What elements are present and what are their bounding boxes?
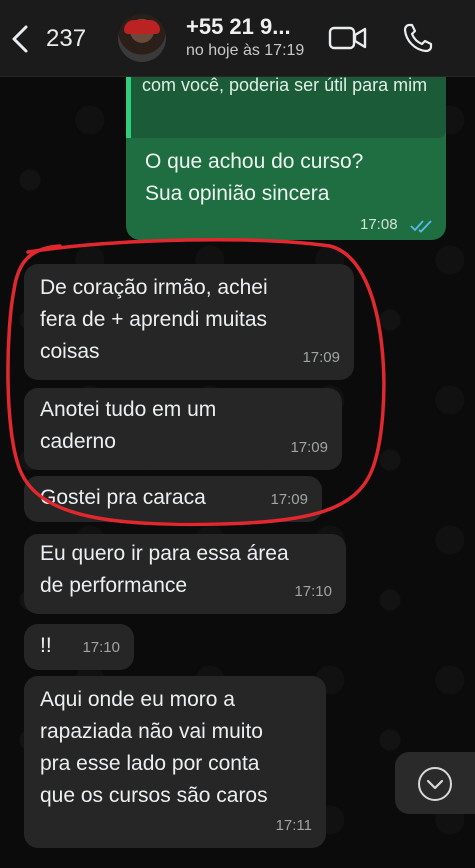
message-time: 17:11 [275,817,312,834]
back-button[interactable]: 237 [10,20,86,56]
outgoing-message-time: 17:08 [360,216,398,233]
avatar[interactable] [118,14,166,62]
incoming-message[interactable]: Eu quero ir para essa área de performanc… [24,534,346,614]
back-chevron-icon [12,25,28,53]
message-time: 17:09 [290,439,328,456]
avatar-cap [124,20,160,34]
video-call-icon[interactable] [328,24,368,52]
chat-header: 237 +55 21 9... no hoje às 17:19 [0,0,475,77]
incoming-message[interactable]: De coração irmão, achei fera de + aprend… [24,264,354,380]
message-time: 17:10 [294,583,332,600]
message-text: Aqui onde eu moro a rapaziada não vai mu… [40,688,268,807]
scroll-down-icon [418,767,452,801]
message-time: 17:09 [270,491,308,508]
incoming-message[interactable]: !! 17:10 [24,624,134,670]
double-check-icon [410,220,432,233]
incoming-message[interactable]: Aqui onde eu moro a rapaziada não vai mu… [24,676,326,848]
message-text: Anotei tudo em um caderno [40,398,217,453]
message-text: Gostei pra caraca [40,486,206,509]
phone-call-icon[interactable] [402,22,434,54]
contact-status: no hoje às 17:19 [186,42,305,59]
incoming-message[interactable]: Anotei tudo em um caderno 17:09 [24,388,342,470]
message-time: 17:09 [302,349,340,366]
outgoing-message-text: O que achou do curso? Sua opinião sincer… [145,150,364,205]
contact-name[interactable]: +55 21 9... [186,14,291,40]
message-text: !! [40,634,52,657]
message-time: 17:10 [82,639,120,656]
incoming-message[interactable]: Gostei pra caraca 17:09 [24,476,322,522]
scroll-down-button[interactable] [395,752,475,814]
message-text: De coração irmão, achei fera de + aprend… [40,276,268,363]
unread-count: 237 [46,25,87,52]
